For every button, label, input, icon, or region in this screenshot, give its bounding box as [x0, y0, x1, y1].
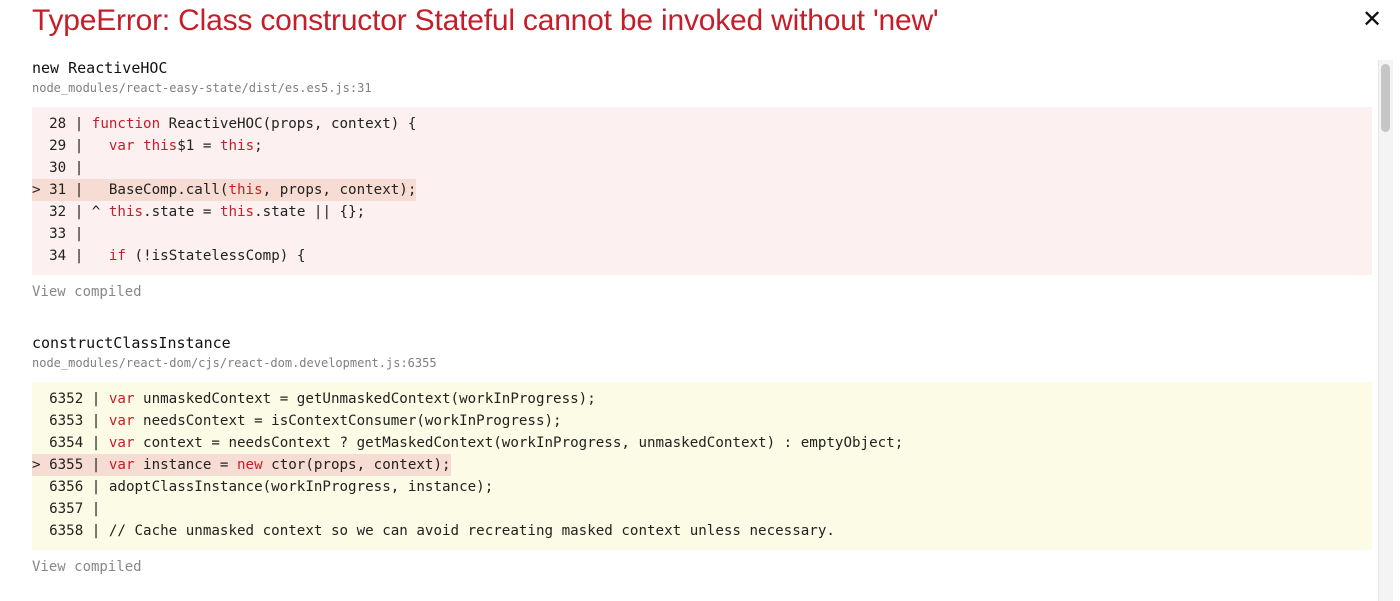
- code-line: 32 | ^ this.state = this.state || {};: [32, 201, 1372, 223]
- code-line: 30 |: [32, 157, 1372, 179]
- code-line: 6356 | adoptClassInstance(workInProgress…: [32, 476, 1372, 498]
- view-compiled-link[interactable]: View compiled: [32, 283, 1372, 301]
- line-code: ^ this.state = this.state || {};: [91, 204, 366, 220]
- error-title: TypeError: Class constructor Stateful ca…: [32, 4, 939, 37]
- code-line: 33 |: [32, 223, 1372, 245]
- code-keyword: this: [219, 204, 255, 220]
- line-code: var needsContext = isContextConsumer(wor…: [108, 413, 562, 429]
- line-number: > 31 |: [32, 182, 92, 198]
- code-line: 6358 | // Cache unmasked context so we c…: [32, 520, 1372, 542]
- line-number: 28 |: [32, 116, 92, 132]
- code-line: 6352 | var unmaskedContext = getUnmasked…: [32, 388, 1372, 410]
- code-line: 28 | function ReactiveHOC(props, context…: [32, 113, 1372, 135]
- code-line-highlighted: > 6355 | var instance = new ctor(props, …: [32, 454, 1372, 476]
- code-line-highlighted: > 31 | BaseComp.call(this, props, contex…: [32, 179, 1372, 201]
- line-number: 34 |: [32, 248, 92, 264]
- line-number: 6353 |: [32, 413, 109, 429]
- vertical-scrollbar[interactable]: [1378, 60, 1393, 601]
- line-number: 29 |: [32, 138, 92, 154]
- line-code: var instance = new ctor(props, context);: [108, 457, 451, 473]
- code-line: 6353 | var needsContext = isContextConsu…: [32, 410, 1372, 432]
- line-number: 32 |: [32, 204, 92, 220]
- view-compiled-link[interactable]: View compiled: [32, 558, 1372, 576]
- frame-file-path: node_modules/react-easy-state/dist/es.es…: [32, 81, 372, 95]
- line-code: // Cache unmasked context so we can avoi…: [108, 523, 835, 539]
- code-keyword: var: [108, 435, 135, 451]
- frame-file-path: node_modules/react-dom/cjs/react-dom.dev…: [32, 356, 437, 370]
- code-keyword: new: [237, 457, 263, 473]
- code-snippet: 6352 | var unmaskedContext = getUnmasked…: [32, 382, 1372, 550]
- stack-frame: new ReactiveHOC node_modules/react-easy-…: [32, 58, 1372, 301]
- code-keyword: var: [108, 457, 135, 473]
- code-keyword: var: [108, 413, 135, 429]
- frame-function-name: new ReactiveHOC: [32, 59, 168, 77]
- line-code: var unmaskedContext = getUnmaskedContext…: [108, 391, 596, 407]
- code-keyword: this: [219, 138, 255, 154]
- code-keyword: this: [143, 138, 178, 154]
- code-keyword: function: [91, 116, 161, 132]
- code-line: 6357 |: [32, 498, 1372, 520]
- line-number: 30 |: [32, 160, 92, 176]
- code-line: 34 | if (!isStatelessComp) {: [32, 245, 1372, 267]
- line-code: function ReactiveHOC(props, context) {: [91, 116, 417, 132]
- code-keyword: var: [108, 138, 135, 154]
- stack-frame: constructClassInstance node_modules/reac…: [32, 333, 1372, 576]
- frame-function-name: constructClassInstance: [32, 334, 231, 352]
- line-code: var context = needsContext ? getMaskedCo…: [108, 435, 904, 451]
- code-keyword: this: [108, 204, 144, 220]
- code-line: 6354 | var context = needsContext ? getM…: [32, 432, 1372, 454]
- code-keyword: this: [228, 182, 263, 198]
- line-number: 6357 |: [32, 501, 109, 517]
- code-keyword: if: [108, 248, 126, 264]
- line-number: 6354 |: [32, 435, 109, 451]
- line-code: var this$1 = this;: [108, 138, 263, 154]
- line-number: 33 |: [32, 226, 92, 242]
- line-number: 6356 |: [32, 479, 109, 495]
- line-number: 6358 |: [32, 523, 109, 539]
- scrollbar-thumb[interactable]: [1381, 64, 1390, 132]
- line-number: 6352 |: [32, 391, 109, 407]
- line-code: if (!isStatelessComp) {: [108, 248, 306, 264]
- code-keyword: var: [108, 391, 135, 407]
- line-code: BaseComp.call(this, props, context);: [91, 182, 417, 198]
- line-code: adoptClassInstance(workInProgress, insta…: [108, 479, 494, 495]
- close-icon[interactable]: ✕: [1362, 6, 1382, 32]
- code-snippet: 28 | function ReactiveHOC(props, context…: [32, 107, 1372, 275]
- line-number: > 6355 |: [32, 457, 109, 473]
- code-line: 29 | var this$1 = this;: [32, 135, 1372, 157]
